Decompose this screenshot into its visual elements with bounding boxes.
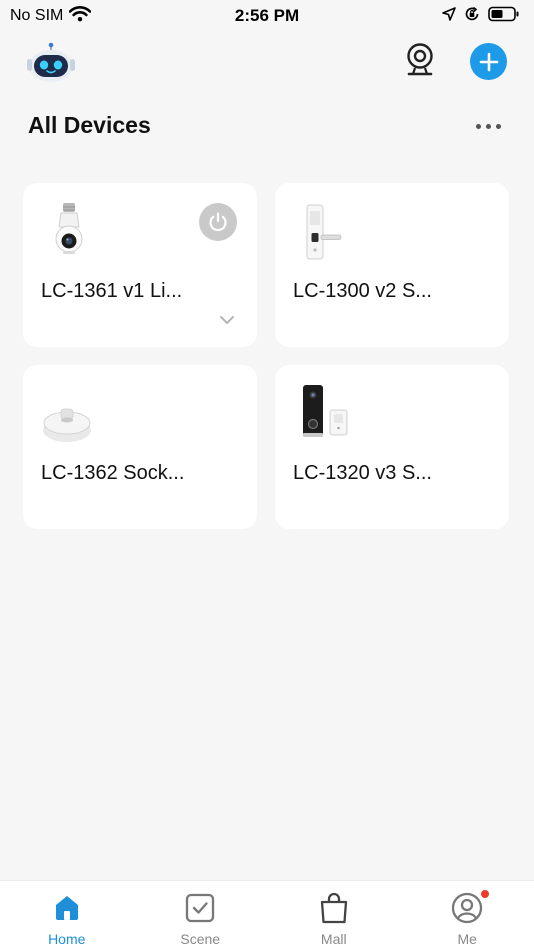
tab-mall[interactable]: Mall [279,881,389,950]
status-right [442,6,520,27]
orientation-lock-icon [464,6,480,27]
tab-home[interactable]: Home [12,881,122,950]
device-card[interactable]: LC-1362 Sock... [23,365,257,529]
more-dots-icon[interactable] [470,114,506,138]
tab-bar: Home Scene Mall Me [0,880,534,950]
device-card[interactable]: LC-1361 v1 Li... [23,183,257,347]
device-name: LC-1362 Sock... [41,462,185,484]
tab-label: Home [48,931,86,947]
plus-icon [479,52,498,71]
power-icon [209,212,227,232]
power-button[interactable] [199,203,237,241]
tab-me[interactable]: Me [412,881,522,950]
device-name: LC-1320 v3 S... [293,462,432,484]
device-name: LC-1300 v2 S... [293,280,432,302]
status-bar: No SIM 2:56 PM [0,0,534,32]
tab-label: Scene [180,931,221,947]
location-arrow-icon [442,6,456,26]
carrier-label: No SIM [10,7,64,24]
webcam-icon[interactable] [402,42,438,78]
tab-label: Me [457,931,477,947]
user-icon [450,891,484,925]
smart-lock-icon [293,201,349,261]
page-title: All Devices [28,112,151,138]
notification-badge [480,889,491,899]
status-left: No SIM [10,5,92,27]
tab-label: Mall [320,931,347,947]
wifi-icon [69,5,92,27]
home-icon [50,891,84,925]
scene-checkbox-icon [183,891,217,925]
doorbell-icon [293,383,349,443]
device-card[interactable]: LC-1300 v2 S... [275,183,509,347]
add-device-button[interactable] [470,43,507,80]
bulb-camera-icon [41,201,97,261]
chevron-down-icon[interactable] [219,313,235,325]
robot-avatar-icon[interactable] [24,42,78,84]
device-name: LC-1361 v1 Li... [41,280,183,302]
shopping-bag-icon [317,891,351,925]
battery-icon [488,6,520,27]
device-card[interactable]: LC-1320 v3 S... [275,365,509,529]
socket-camera-icon [41,383,97,443]
tab-scene[interactable]: Scene [145,881,255,950]
